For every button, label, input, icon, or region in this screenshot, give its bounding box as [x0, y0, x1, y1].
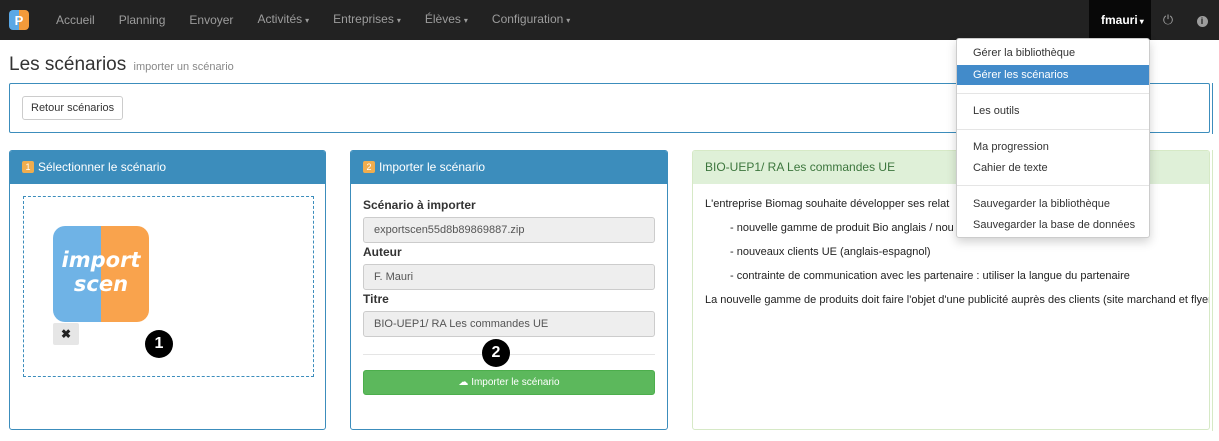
title-field[interactable]: BIO-UEP1/ RA Les commandes UE	[363, 311, 655, 337]
remove-file-button[interactable]: ✖	[53, 323, 79, 345]
step-badge: 2	[363, 161, 375, 173]
menu-divider	[957, 93, 1149, 94]
caret-down-icon: ▾	[305, 16, 310, 25]
list-item: - nouveaux clients UE (anglais-espagnol)	[730, 246, 931, 258]
file-field-label: Scénario à importer	[363, 198, 476, 212]
back-to-scenarios-button[interactable]: Retour scénarios	[22, 96, 124, 120]
list-item: - contrainte de communication avec les p…	[730, 270, 1130, 282]
app-logo-icon[interactable]: P	[9, 10, 29, 30]
menu-item-backup-library[interactable]: Sauvegarder la bibliothèque	[957, 194, 1149, 214]
clipped-edge	[1212, 150, 1219, 431]
menu-item-tools[interactable]: Les outils	[957, 101, 1149, 121]
navbar-right: fmauri ▾ ⏻ i	[1089, 0, 1219, 40]
panel-heading: 1 Sélectionner le scénario	[10, 151, 325, 184]
nav-item-envoyer[interactable]: Envoyer	[177, 0, 245, 40]
page-subtitle: importer un scénario	[133, 61, 234, 73]
cloud-upload-icon: ☁	[458, 377, 469, 388]
nav-item-entreprises[interactable]: Entreprises ▾	[321, 0, 413, 41]
step-badge: 1	[22, 161, 34, 173]
close-icon: ✖	[60, 327, 72, 341]
info-icon[interactable]: i	[1185, 0, 1219, 40]
title-field-label: Titre	[363, 292, 389, 306]
panel-heading: 2 Importer le scénario	[351, 151, 667, 184]
import-scenario-panel: 2 Importer le scénario Scénario à importe…	[350, 150, 668, 430]
menu-item-backup-database[interactable]: Sauvegarder la base de données	[957, 215, 1149, 235]
select-scenario-panel: 1 Sélectionner le scénario import scen ✖	[9, 150, 326, 430]
import-scenario-button[interactable]: ☁ Importer le scénario	[363, 370, 655, 395]
nav-item-configuration[interactable]: Configuration ▾	[480, 0, 582, 41]
caret-down-icon: ▾	[463, 16, 468, 25]
caret-down-icon: ▾	[396, 16, 401, 25]
menu-item-textbook[interactable]: Cahier de texte	[957, 158, 1149, 178]
nav-item-accueil[interactable]: Accueil	[44, 0, 107, 40]
step-marker-2: 2	[482, 339, 510, 367]
top-navbar: P Accueil Planning Envoyer Activités ▾ En…	[0, 0, 1219, 40]
file-thumbnail: import scen	[53, 226, 149, 322]
menu-item-progress[interactable]: Ma progression	[957, 137, 1149, 157]
nav-item-activites[interactable]: Activités ▾	[245, 0, 321, 41]
menu-item-manage-library[interactable]: Gérer la bibliothèque	[957, 43, 1149, 63]
nav-item-planning[interactable]: Planning	[107, 0, 178, 40]
menu-divider	[957, 185, 1149, 186]
file-field[interactable]: exportscen55d8b89869887.zip	[363, 217, 655, 243]
nav-item-eleves[interactable]: Élèves ▾	[413, 0, 480, 41]
menu-item-manage-scenarios[interactable]: Gérer les scénarios	[957, 65, 1149, 85]
user-dropdown-menu: Gérer la bibliothèque Gérer les scénario…	[956, 38, 1150, 238]
power-icon[interactable]: ⏻	[1151, 0, 1185, 40]
caret-down-icon: ▾	[1139, 17, 1144, 26]
clipped-edge	[1212, 83, 1219, 134]
author-field[interactable]: F. Mauri	[363, 264, 655, 290]
caret-down-icon: ▾	[566, 16, 571, 25]
author-field-label: Auteur	[363, 245, 402, 259]
menu-divider	[957, 129, 1149, 130]
user-menu-toggle[interactable]: fmauri ▾	[1089, 0, 1151, 40]
step-marker-1: 1	[145, 330, 173, 358]
page-title: Les scénarios importer un scénario	[9, 54, 234, 75]
